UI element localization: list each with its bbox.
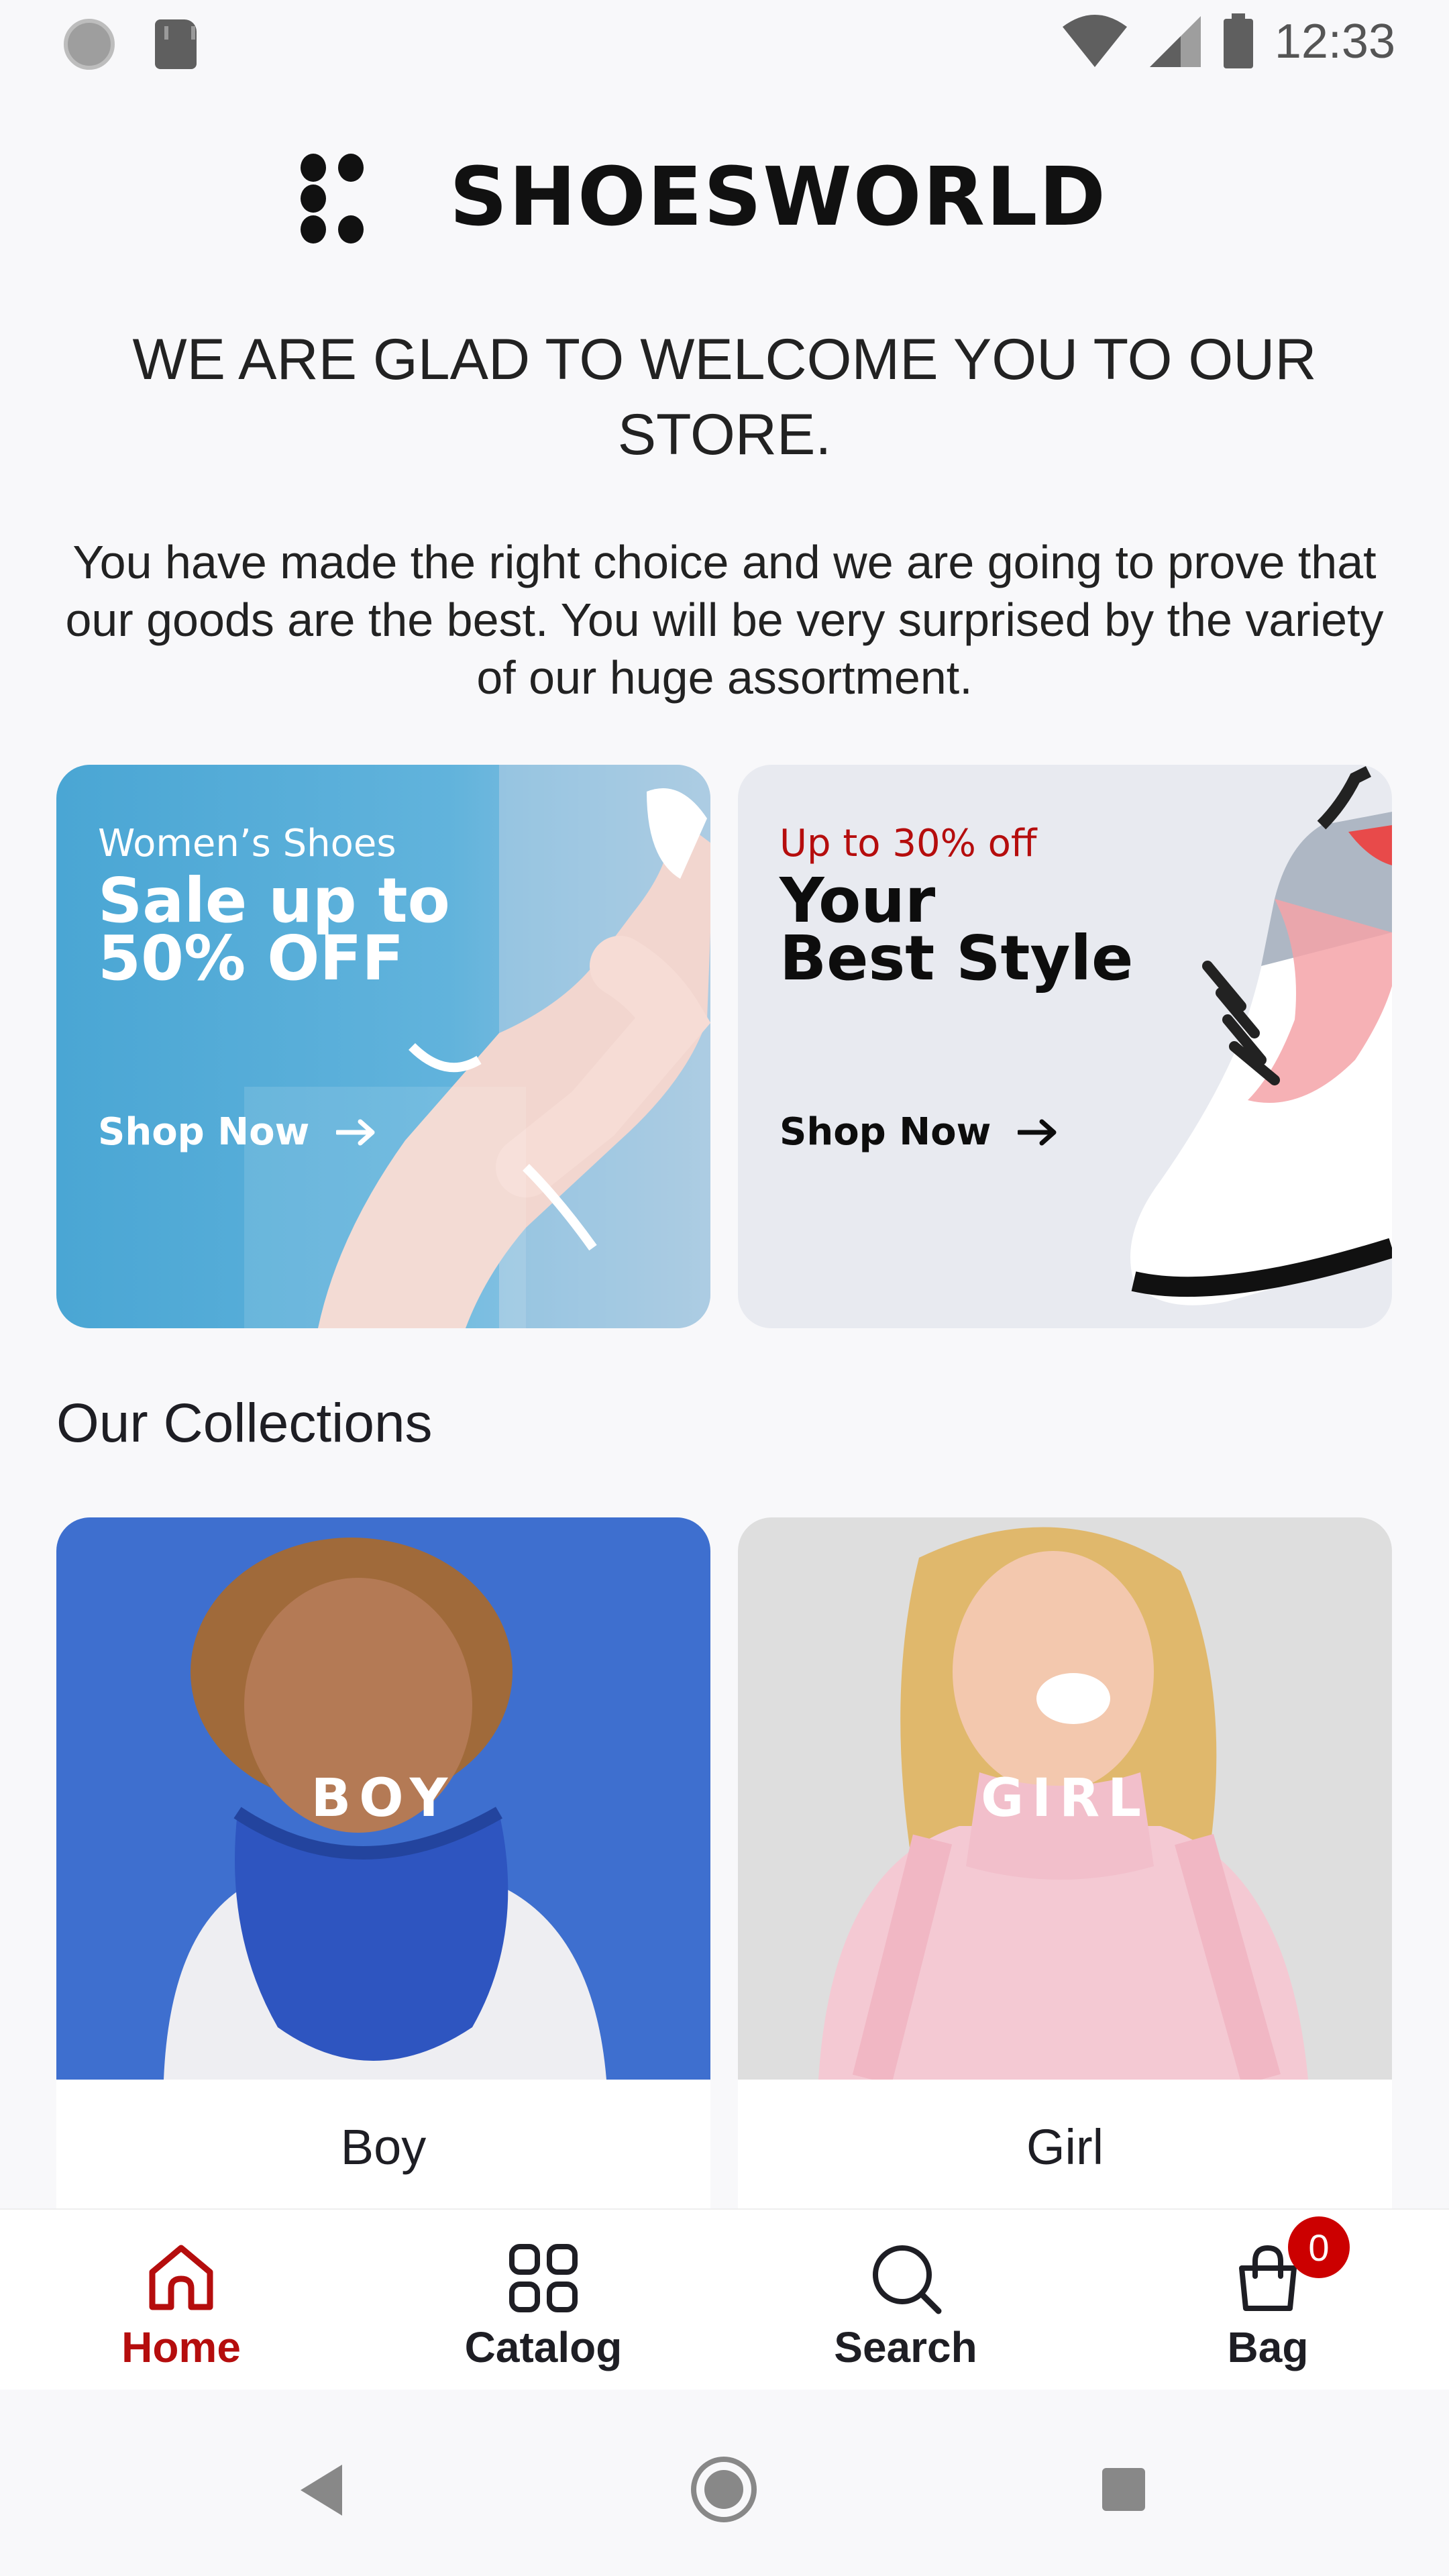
home-button-icon[interactable] (691, 2457, 757, 2522)
collection-overlay-label: GIRL (981, 1768, 1149, 1829)
status-bar: 12:33 (0, 0, 1449, 87)
arrow-right-icon (1018, 1119, 1057, 1145)
promo-banner-best-style[interactable]: Up to 30% off Your Best Style Shop Now (738, 765, 1392, 1328)
bottom-navigation: Home Catalog Search Bag 0 (0, 2208, 1449, 2390)
welcome-heading: WE ARE GLAD TO WELCOME YOU TO OUR STORE. (132, 327, 1317, 467)
nav-bag[interactable]: Bag 0 (1087, 2210, 1449, 2390)
cell-signal-icon (1148, 15, 1202, 68)
collection-overlay-label: BOY (311, 1768, 456, 1829)
nav-catalog[interactable]: Catalog (362, 2210, 724, 2390)
arrow-right-icon (336, 1119, 375, 1145)
collection-card-girl[interactable]: GIRL Girl (738, 1517, 1392, 2215)
collections-heading: Our Collections (56, 1393, 433, 1454)
home-icon (141, 2238, 221, 2318)
banner-title: Sale up to 50% OFF (98, 865, 450, 994)
wifi-icon (1061, 15, 1128, 68)
system-navigation-bar (0, 2390, 1449, 2576)
brand-name: SHOESWORLD (449, 151, 1108, 244)
banner-title-line1: Your (780, 865, 936, 936)
banner-title-line2: 50% OFF (98, 922, 405, 994)
nav-search-label: Search (834, 2323, 977, 2371)
promo-banner-womens-sale[interactable]: Women’s Shoes Sale up to 50% OFF Shop No… (56, 765, 710, 1328)
nav-catalog-label: Catalog (464, 2323, 623, 2371)
sneaker-image (1130, 765, 1392, 1305)
recent-apps-icon[interactable] (1102, 2468, 1145, 2511)
banner-eyebrow: Women’s Shoes (98, 822, 396, 865)
battery-icon (1222, 13, 1254, 70)
search-icon (865, 2238, 946, 2318)
banner-eyebrow: Up to 30% off (780, 822, 1037, 865)
banner-title-line1: Sale up to (98, 865, 450, 936)
collection-caption: Girl (1026, 2118, 1104, 2175)
nav-home-label: Home (121, 2323, 241, 2371)
shop-now-label: Shop Now (780, 1110, 991, 1154)
logo-mark-icon (295, 152, 369, 244)
grid-icon (503, 2238, 584, 2318)
intro-text: You have made the right choice and we ar… (65, 536, 1384, 704)
brand-logo: SHOESWORLD (295, 151, 1107, 244)
nav-search[interactable]: Search (724, 2210, 1087, 2390)
shop-now-link[interactable]: Shop Now (98, 1110, 376, 1154)
shop-now-link[interactable]: Shop Now (780, 1110, 1058, 1154)
nav-bag-label: Bag (1227, 2323, 1309, 2371)
notification-circle-icon (64, 19, 115, 70)
sd-card-icon (155, 19, 197, 69)
collection-card-boy[interactable]: BOY Boy (56, 1517, 710, 2215)
back-icon[interactable] (301, 2465, 342, 2516)
shop-now-label: Shop Now (98, 1110, 310, 1154)
clock: 12:33 (1274, 15, 1395, 68)
bag-count-badge: 0 (1288, 2216, 1350, 2278)
banner-title-line2: Best Style (780, 922, 1134, 994)
collection-caption: Boy (340, 2118, 427, 2175)
nav-home[interactable]: Home (0, 2210, 362, 2390)
banner-title: Your Best Style (780, 865, 1134, 994)
